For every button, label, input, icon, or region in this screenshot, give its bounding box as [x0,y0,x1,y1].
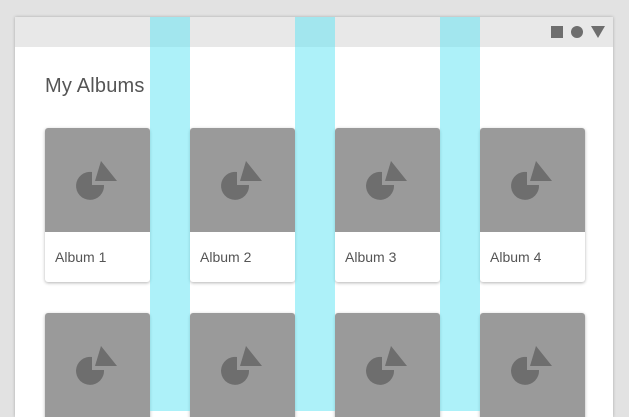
triangle-down-icon[interactable] [591,26,605,38]
album-card[interactable]: Album 1 [45,128,150,282]
gutter-overlay [295,17,335,411]
album-thumbnail [335,128,440,232]
album-title: Album 2 [200,249,252,265]
album-thumbnail [190,128,295,232]
gutter-overlay [440,17,480,411]
image-placeholder-icon [75,346,117,385]
page-title: My Albums [45,75,145,97]
gutter-overlay [150,17,190,411]
album-thumbnail [45,128,150,232]
album-thumbnail [480,128,585,232]
album-card[interactable]: Album 2 [190,128,295,282]
album-title: Album 3 [345,249,397,265]
image-placeholder-icon [75,161,117,200]
album-card[interactable]: Album 4 [480,128,585,282]
image-placeholder-icon [510,346,552,385]
image-placeholder-icon [220,346,262,385]
image-placeholder-icon [365,346,407,385]
square-icon[interactable] [551,26,563,38]
image-placeholder-icon [510,161,552,200]
circle-icon[interactable] [571,26,583,38]
album-card[interactable]: Album 3 [335,128,440,282]
album-card[interactable] [190,313,295,417]
window-controls [551,26,605,38]
album-title: Album 1 [55,249,107,265]
album-thumbnail [335,313,440,417]
album-title: Album 4 [490,249,542,265]
album-card[interactable] [335,313,440,417]
album-card[interactable] [480,313,585,417]
image-placeholder-icon [365,161,407,200]
album-thumbnail [190,313,295,417]
album-thumbnail [45,313,150,417]
album-card[interactable] [45,313,150,417]
image-placeholder-icon [220,161,262,200]
album-thumbnail [480,313,585,417]
